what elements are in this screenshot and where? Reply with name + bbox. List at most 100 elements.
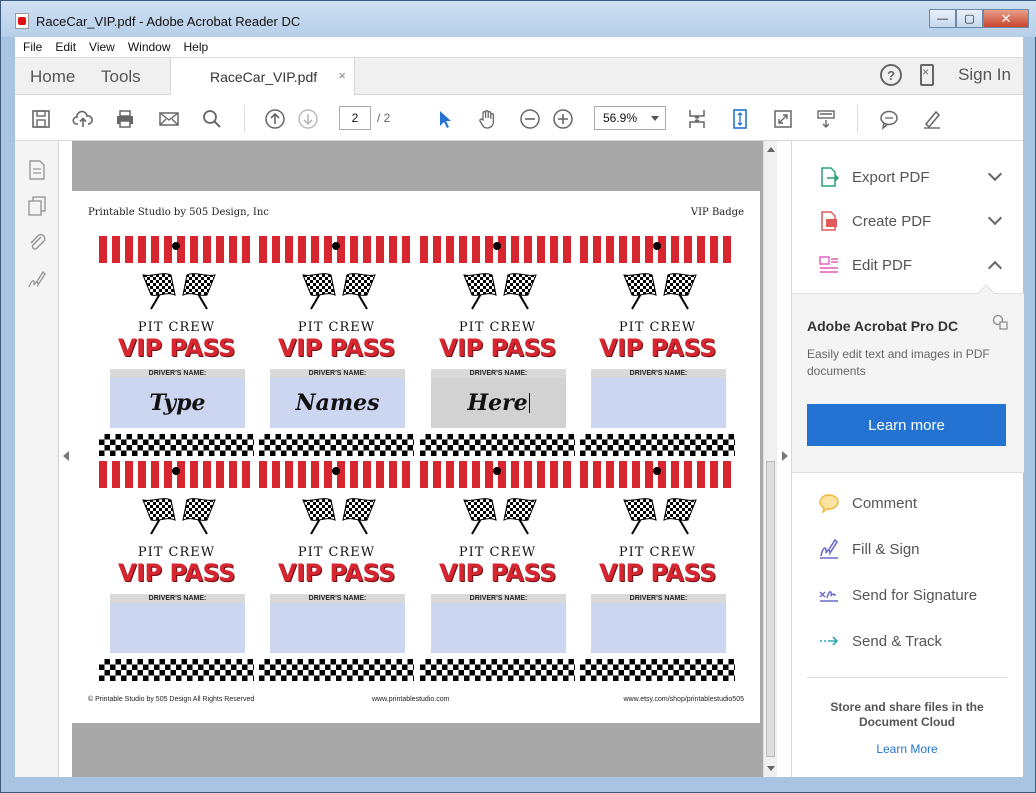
- tool-create-pdf[interactable]: Create PDF: [792, 201, 1024, 241]
- checkered-flags-icon: [622, 496, 698, 536]
- attachments-paperclip-icon[interactable]: [26, 231, 48, 253]
- search-icon[interactable]: [200, 107, 224, 131]
- zoom-in-icon[interactable]: [551, 107, 575, 131]
- document-tab-label: RaceCar_VIP.pdf: [210, 69, 318, 85]
- checkered-border: [420, 434, 575, 456]
- scrolling-mode-icon[interactable]: [685, 107, 709, 131]
- cloud-text: Store and share files in the Document Cl…: [830, 700, 984, 729]
- drivers-name-field[interactable]: [431, 603, 566, 653]
- drivers-name-field[interactable]: [591, 603, 726, 653]
- drivers-name-label: DRIVER'S NAME:: [591, 369, 726, 378]
- toolbar-separator: [244, 105, 245, 133]
- close-tab-icon[interactable]: ×: [338, 68, 346, 83]
- learn-more-button[interactable]: Learn more: [807, 404, 1006, 446]
- checkered-flags-icon: [141, 271, 217, 311]
- tab-home[interactable]: Home: [30, 67, 75, 87]
- next-page-icon[interactable]: [296, 107, 320, 131]
- zoom-level-select[interactable]: 56.9%: [594, 106, 666, 130]
- menu-window[interactable]: Window: [128, 40, 171, 54]
- checkered-border: [580, 434, 735, 456]
- maximize-button[interactable]: ▢: [956, 9, 983, 28]
- badge-lanyard-hole: [493, 242, 501, 250]
- tool-send-for-signature[interactable]: Send for Signature: [792, 575, 1024, 615]
- tool-export-pdf[interactable]: Export PDF: [792, 157, 1024, 197]
- tool-comment[interactable]: Comment: [792, 483, 1024, 523]
- menu-file[interactable]: File: [23, 40, 42, 54]
- close-window-button[interactable]: ✕: [983, 9, 1029, 28]
- page-thumbnails-icon[interactable]: [26, 159, 48, 181]
- drivers-name-field[interactable]: [591, 378, 726, 428]
- document-viewport: Printable Studio by 505 Design, Inc VIP …: [72, 141, 776, 777]
- previous-page-icon[interactable]: [263, 107, 287, 131]
- vip-badge: PIT CREW VIP PASS DRIVER'S NAME: Names: [259, 236, 414, 460]
- drivers-name-label: DRIVER'S NAME:: [591, 594, 726, 603]
- tool-fill-sign[interactable]: Fill & Sign: [792, 529, 1024, 569]
- checkered-border: [259, 434, 414, 456]
- scroll-down-arrow[interactable]: [767, 766, 775, 771]
- edit-pdf-label: Edit PDF: [852, 257, 913, 274]
- acrobat-pro-icon: [992, 314, 1008, 330]
- drivers-name-field[interactable]: Type: [110, 378, 245, 428]
- collapse-left-pane-icon[interactable]: [63, 451, 69, 461]
- send-track-label: Send & Track: [852, 633, 943, 650]
- pit-crew-text: PIT CREW: [458, 320, 537, 335]
- menu-view[interactable]: View: [89, 40, 115, 54]
- badge-lanyard-hole: [332, 242, 340, 250]
- title-bar: RaceCar_VIP.pdf - Adobe Acrobat Reader D…: [1, 1, 1036, 37]
- send-signature-label: Send for Signature: [852, 587, 978, 604]
- copy-pages-icon[interactable]: [26, 195, 48, 217]
- collapse-right-pane-icon[interactable]: [782, 451, 788, 461]
- vip-pass-text: VIP PASS: [439, 334, 556, 362]
- tab-tools[interactable]: Tools: [101, 67, 141, 87]
- drivers-name-field[interactable]: Here: [431, 378, 566, 428]
- upload-cloud-icon[interactable]: [71, 107, 95, 131]
- tool-send-track[interactable]: Send & Track: [792, 621, 1024, 661]
- print-icon[interactable]: [113, 107, 137, 131]
- badge-lanyard-hole: [172, 467, 180, 475]
- email-icon[interactable]: [157, 107, 181, 131]
- fit-page-icon[interactable]: [728, 107, 752, 131]
- vertical-scrollbar[interactable]: [763, 141, 777, 777]
- vip-pass-text: VIP PASS: [278, 334, 395, 362]
- checkered-flags-icon: [141, 496, 217, 536]
- promo-pointer: [977, 284, 995, 302]
- drivers-name-field[interactable]: [270, 603, 405, 653]
- export-pdf-icon: [821, 167, 840, 187]
- drivers-name-field[interactable]: Names: [270, 378, 405, 428]
- scrollbar-thumb[interactable]: [766, 461, 775, 757]
- drivers-name-label: DRIVER'S NAME:: [431, 594, 566, 603]
- pit-crew-text: PIT CREW: [297, 545, 376, 560]
- page-total-label: / 2: [377, 111, 391, 125]
- cloud-learn-more-link[interactable]: Learn More: [807, 742, 1007, 756]
- tab-document[interactable]: RaceCar_VIP.pdf ×: [170, 58, 355, 95]
- pit-crew-text: PIT CREW: [297, 320, 376, 335]
- send-track-arrow-icon: [820, 636, 839, 646]
- comment-icon[interactable]: [877, 107, 901, 131]
- left-navigation-pane: [15, 141, 59, 777]
- minimize-button[interactable]: —: [929, 9, 956, 28]
- drivers-name-field[interactable]: [110, 603, 245, 653]
- menu-edit[interactable]: Edit: [55, 40, 76, 54]
- highlight-pen-icon[interactable]: [920, 107, 944, 131]
- tool-edit-pdf[interactable]: Edit PDF: [792, 245, 1024, 285]
- pit-crew-text: PIT CREW: [137, 320, 216, 335]
- page-number-input[interactable]: 2: [339, 106, 371, 130]
- menu-help[interactable]: Help: [184, 40, 209, 54]
- keyboard-tools-icon[interactable]: [814, 107, 838, 131]
- save-icon[interactable]: [29, 107, 53, 131]
- zoom-out-icon[interactable]: [518, 107, 542, 131]
- vip-badge: PIT CREW VIP PASS DRIVER'S NAME:: [580, 236, 735, 460]
- promo-title: Adobe Acrobat Pro DC: [807, 318, 959, 334]
- pit-crew-text: PIT CREW: [458, 545, 537, 560]
- tab-bar-right: ? Sign In: [880, 64, 1011, 86]
- sign-in-link[interactable]: Sign In: [958, 65, 1011, 85]
- scroll-up-arrow[interactable]: [767, 147, 775, 152]
- full-screen-icon[interactable]: [771, 107, 795, 131]
- create-pdf-label: Create PDF: [852, 213, 932, 230]
- hand-tool-icon[interactable]: [475, 107, 499, 131]
- signature-pen-icon[interactable]: [26, 269, 48, 291]
- mobile-link-icon[interactable]: [920, 64, 935, 86]
- drivers-name-label: DRIVER'S NAME:: [110, 594, 245, 603]
- help-icon[interactable]: ?: [880, 64, 903, 86]
- select-arrow-icon[interactable]: [433, 107, 457, 131]
